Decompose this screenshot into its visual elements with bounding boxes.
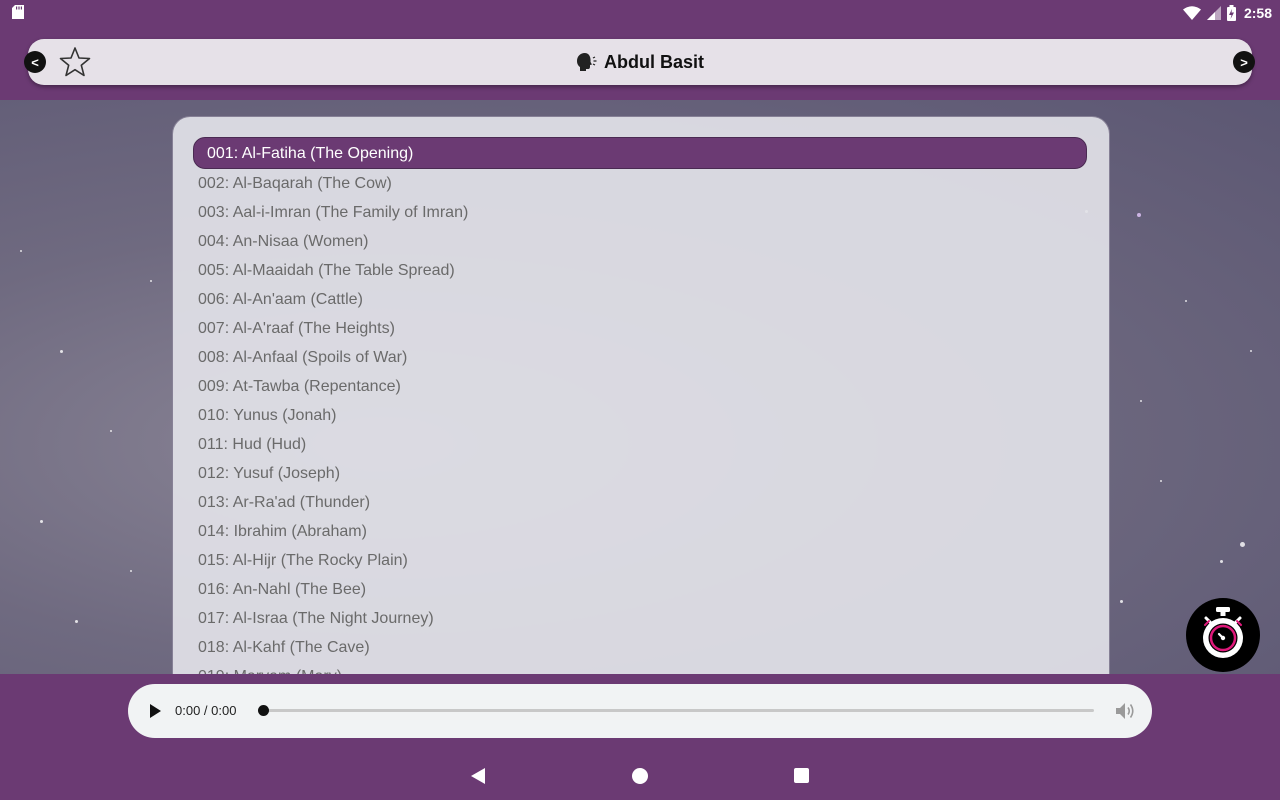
reciter-title: Abdul Basit [603, 51, 704, 72]
next-reciter-button[interactable]: > [1233, 51, 1255, 73]
speaking-head-icon [576, 53, 597, 71]
surah-item[interactable]: 007: Al-A'raaf (The Heights) [198, 320, 395, 342]
play-icon[interactable] [148, 703, 162, 719]
sd-card-icon [12, 5, 24, 19]
audio-progress-track[interactable] [262, 709, 1094, 712]
volume-icon[interactable] [1115, 701, 1137, 721]
recents-icon[interactable] [794, 768, 809, 783]
surah-item[interactable]: 008: Al-Anfaal (Spoils of War) [198, 349, 407, 371]
surah-item[interactable]: 002: Al-Baqarah (The Cow) [198, 175, 392, 197]
signal-icon [1206, 6, 1221, 20]
audio-progress-thumb[interactable] [258, 705, 269, 716]
surah-item[interactable]: 015: Al-Hijr (The Rocky Plain) [198, 552, 408, 574]
home-icon[interactable] [632, 768, 648, 784]
surah-item[interactable]: 010: Yunus (Jonah) [198, 407, 336, 429]
sleep-timer-button[interactable] [1186, 598, 1260, 672]
surah-item[interactable]: 014: Ibrahim (Abraham) [198, 523, 367, 545]
surah-item[interactable]: 004: An-Nisaa (Women) [198, 233, 368, 255]
surah-item[interactable]: 017: Al-Israa (The Night Journey) [198, 610, 434, 632]
surah-item[interactable]: 016: An-Nahl (The Bee) [198, 581, 366, 603]
surah-item[interactable]: 013: Ar-Ra'ad (Thunder) [198, 494, 370, 516]
surah-item[interactable]: 012: Yusuf (Joseph) [198, 465, 340, 487]
battery-charging-icon [1226, 5, 1236, 21]
surah-list-card: 001: Al-Fatiha (The Opening) 002: Al-Baq… [172, 116, 1110, 698]
surah-item[interactable]: 018: Al-Kahf (The Cave) [198, 639, 370, 661]
surah-item-selected[interactable]: 001: Al-Fatiha (The Opening) [193, 137, 1087, 169]
header-title: Abdul Basit [0, 50, 1280, 74]
surah-item[interactable]: 009: At-Tawba (Repentance) [198, 378, 401, 400]
surah-item[interactable]: 006: Al-An'aam (Cattle) [198, 291, 363, 313]
status-bar: 2:58 [0, 0, 1280, 25]
next-icon: > [1240, 54, 1248, 70]
status-clock: 2:58 [1243, 5, 1272, 21]
surah-item[interactable]: 003: Aal-i-Imran (The Family of Imran) [198, 204, 468, 226]
surah-item[interactable]: 011: Hud (Hud) [198, 436, 306, 458]
surah-item[interactable]: 005: Al-Maaidah (The Table Spread) [198, 262, 455, 284]
back-icon[interactable] [470, 767, 486, 785]
stopwatch-icon [1203, 607, 1243, 658]
wifi-icon [1182, 6, 1201, 20]
audio-time: 0:00 / 0:00 [175, 703, 237, 718]
